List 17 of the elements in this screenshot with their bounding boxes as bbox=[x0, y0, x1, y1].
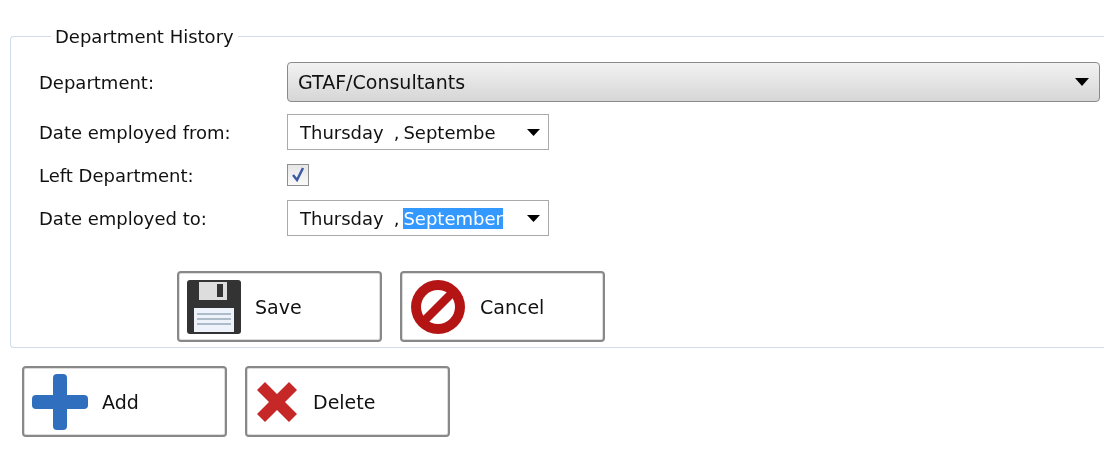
cancel-button[interactable]: Cancel bbox=[400, 271, 605, 342]
checkbox[interactable] bbox=[287, 164, 309, 186]
dropdown-arrow-icon bbox=[1075, 78, 1089, 86]
plus-icon bbox=[30, 371, 90, 432]
add-button[interactable]: Add bbox=[22, 366, 227, 437]
date-picker[interactable]: Thursday , Septembe bbox=[287, 114, 549, 150]
date-picker[interactable]: Thursday , September bbox=[287, 200, 549, 236]
field-label: Left Department: bbox=[39, 164, 195, 186]
field-label: Department: bbox=[39, 71, 155, 93]
field-label: Date employed to: bbox=[39, 207, 208, 229]
save-button[interactable]: Save bbox=[177, 271, 382, 342]
field-label: Date employed from: bbox=[39, 121, 232, 143]
group-title: Department History bbox=[54, 26, 235, 47]
dropdown-arrow-icon bbox=[527, 214, 540, 222]
dropdown-arrow-icon bbox=[527, 128, 540, 136]
department-dropdown[interactable]: GTAF/Consultants bbox=[287, 62, 1100, 102]
delete-button[interactable]: Delete bbox=[245, 366, 450, 437]
